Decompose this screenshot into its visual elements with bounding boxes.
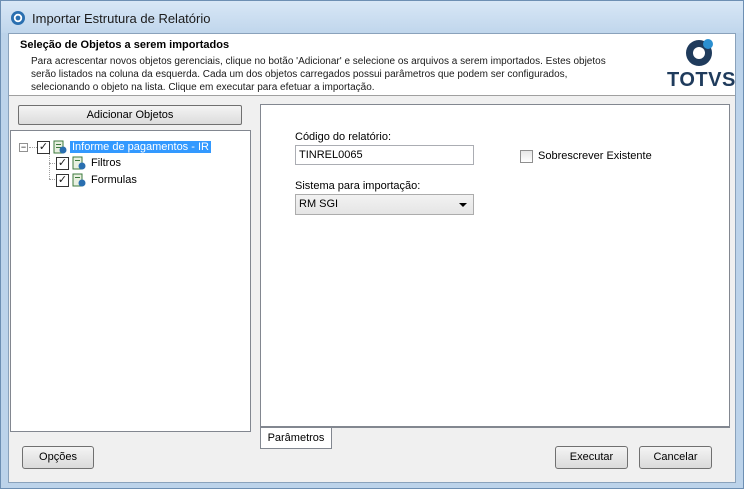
- tree-node-label: Formulas: [91, 174, 137, 186]
- overwrite-label[interactable]: Sobrescrever Existente: [538, 150, 652, 162]
- tree-node-checkbox[interactable]: ✓: [56, 173, 69, 187]
- tree-node-label: Filtros: [91, 157, 121, 169]
- execute-button[interactable]: Executar: [555, 446, 628, 469]
- parameters-panel: Código do relatório: TINREL0065 Sobrescr…: [260, 104, 730, 427]
- system-label: Sistema para importação:: [295, 180, 421, 192]
- tree-node-filters[interactable]: ✓ Filtros: [56, 155, 123, 171]
- wizard-header: Seleção de Objetos a serem importados Pa…: [9, 34, 735, 96]
- title-bar[interactable]: Importar Estrutura de Relatório: [1, 1, 743, 33]
- tree-node-formulas[interactable]: ✓ Formulas: [56, 172, 139, 188]
- system-select[interactable]: RM SGI: [295, 194, 474, 215]
- report-code-label: Código do relatório:: [295, 131, 392, 143]
- tree-node-label: Informe de pagamentos - IR: [70, 141, 211, 153]
- dialog-window: Importar Estrutura de Relatório Seleção …: [0, 0, 744, 489]
- formula-object-icon: [72, 173, 86, 187]
- app-icon: [11, 11, 25, 25]
- filter-object-icon: [72, 156, 86, 170]
- tree-node-checkbox[interactable]: ✓: [37, 140, 50, 154]
- header-title: Seleção de Objetos a serem importados: [20, 39, 230, 51]
- logo-text: TOTVS: [667, 69, 736, 91]
- object-tree[interactable]: − ✓ Informe de pagamentos - IR ✓ Filtros…: [10, 130, 251, 432]
- tree-node-checkbox[interactable]: ✓: [56, 156, 69, 170]
- options-button[interactable]: Opções: [22, 446, 94, 469]
- tree-node-report[interactable]: ✓ Informe de pagamentos - IR: [37, 139, 211, 155]
- header-description: Para acrescentar novos objetos gerenciai…: [31, 56, 606, 93]
- add-objects-button[interactable]: Adicionar Objetos: [18, 105, 242, 125]
- window-title: Importar Estrutura de Relatório: [32, 11, 211, 26]
- chevron-down-icon: [459, 203, 467, 207]
- system-select-value: RM SGI: [299, 198, 339, 210]
- report-object-icon: [53, 140, 67, 154]
- totvs-logo: TOTVS: [667, 38, 736, 94]
- cancel-button[interactable]: Cancelar: [639, 446, 712, 469]
- overwrite-checkbox[interactable]: [520, 150, 533, 163]
- dialog-client: Seleção de Objetos a serem importados Pa…: [8, 33, 736, 483]
- tab-parameters[interactable]: Parâmetros: [260, 428, 332, 449]
- tree-collapse-toggle[interactable]: −: [19, 143, 28, 152]
- tree-connector: [29, 147, 37, 148]
- report-code-input[interactable]: TINREL0065: [295, 145, 474, 165]
- totvs-logo-icon: [686, 39, 713, 66]
